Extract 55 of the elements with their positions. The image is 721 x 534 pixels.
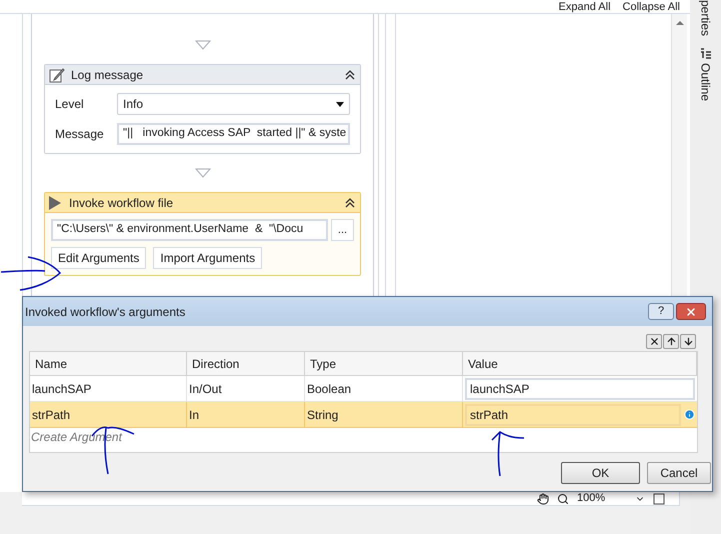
log-message-title: Log message [71,66,144,84]
connector-arrow-icon [194,168,210,178]
value-field[interactable]: launchSAP [465,378,695,400]
move-up-button[interactable] [663,334,679,349]
play-icon [49,196,61,210]
hand-icon[interactable] [537,492,549,504]
delete-button[interactable] [646,334,662,349]
collapse-all-link[interactable]: Collapse All [622,2,680,13]
outline-icon [700,48,712,60]
zoom-level[interactable]: 100% [577,493,627,504]
column-header[interactable]: Direction [187,352,305,375]
column-header[interactable]: Value [463,352,697,375]
argument-row[interactable]: launchSAP In/Out Boolean launchSAP [30,376,697,402]
import-arguments-button[interactable]: Import Arguments [153,247,262,269]
browse-button[interactable]: ... [331,219,354,241]
close-button[interactable] [676,303,706,320]
ok-button[interactable]: OK [561,462,640,484]
side-tab[interactable]: Outline [696,48,714,102]
close-icon [685,306,697,318]
invoke-workflow-card[interactable]: Invoke workflow file "C:\Users\" & environment.UserName & "\Docu ... Edit Arguments Import Arguments [44,192,361,276]
dropdown-caret-icon [336,102,344,106]
level-label: Level [55,96,85,113]
message-field[interactable]: "|| invoking Access SAP started ||" & syste [117,123,350,145]
connector-arrow-icon [194,40,210,50]
table-cell: String [305,402,463,427]
collapse-icon[interactable] [344,68,356,80]
arrow-down-icon [682,336,694,347]
argument-row[interactable]: strPath In String strPath [30,402,697,428]
log-message-card[interactable]: Log message Level Info Message "|| invoking Access SAP started ||" & syste [44,64,361,154]
table-cell: In [187,402,305,427]
table-cell: Boolean [305,376,463,401]
value-field[interactable]: strPath [465,404,681,426]
fit-screen-icon[interactable] [653,492,665,504]
search-icon[interactable] [557,492,569,504]
message-label: Message [55,126,105,143]
delete-icon [648,336,660,347]
table-cell: strPath [30,402,187,427]
cancel-button[interactable]: Cancel [647,462,711,484]
edit-arguments-button[interactable]: Edit Arguments [51,247,146,269]
help-button[interactable]: ? [648,303,674,320]
dialog-title: Invoked workflow's arguments [25,304,186,320]
scroll-up-icon[interactable] [674,18,684,28]
table-cell: launchSAP [30,376,187,401]
collapse-icon[interactable] [344,196,356,208]
invoke-workflow-title: Invoke workflow file [69,194,174,212]
level-dropdown[interactable]: Info [117,93,350,115]
column-header[interactable]: Name [30,352,187,375]
workflow-path-field[interactable]: "C:\Users\" & environment.UserName & "\Docu [51,219,328,241]
table-cell: In/Out [187,376,305,401]
move-down-button[interactable] [680,334,696,349]
pencil-note-icon [49,66,65,82]
column-header[interactable]: Type [305,352,463,375]
expand-all-link[interactable]: Expand All [558,2,611,13]
arrow-up-icon [666,336,676,347]
side-tab[interactable]: perties [696,0,714,36]
